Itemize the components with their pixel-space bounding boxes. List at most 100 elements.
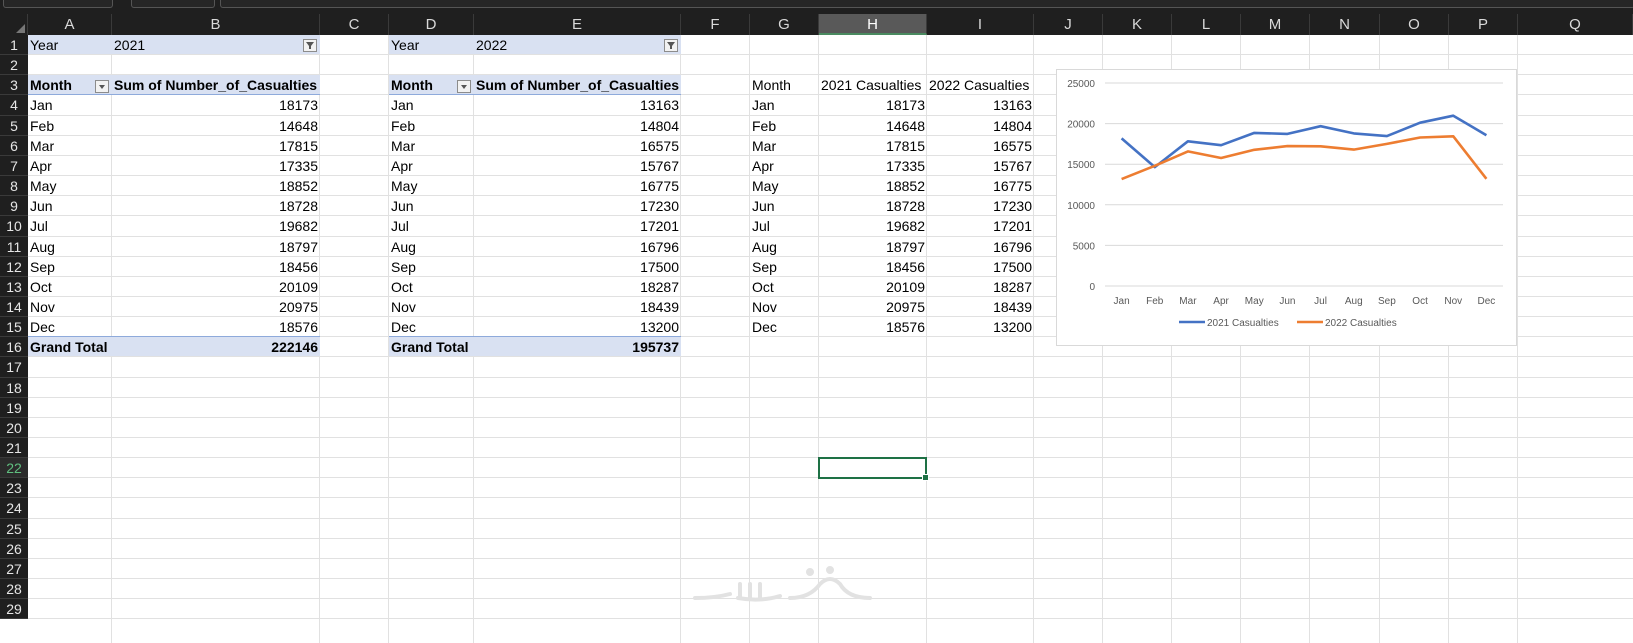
pivot2-month-cell[interactable]: Dec	[389, 317, 474, 337]
pivot1-month-cell[interactable]: Oct	[28, 277, 112, 297]
pivot2-grand-total-label[interactable]: Grand Total	[389, 337, 474, 357]
pivot1-month-cell[interactable]: Apr	[28, 156, 112, 176]
row-header-10[interactable]: 10	[0, 216, 28, 237]
pivot2-value-cell[interactable]: 18439	[474, 297, 681, 317]
summary-value-cell[interactable]: 18576	[819, 317, 927, 337]
row-header-11[interactable]: 11	[0, 237, 28, 257]
column-header-k[interactable]: K	[1103, 14, 1172, 35]
active-cell-h22[interactable]	[818, 457, 929, 481]
row-header-3[interactable]: 3	[0, 75, 28, 95]
column-header-a[interactable]: A	[28, 14, 112, 35]
row-header-27[interactable]: 27	[0, 559, 28, 579]
pivot1-month-cell[interactable]: Jul	[28, 216, 112, 237]
pivot2-month-cell[interactable]: Aug	[389, 237, 474, 257]
pivot1-value-cell[interactable]: 18852	[112, 176, 320, 196]
pivot2-value-cell[interactable]: 13163	[474, 95, 681, 116]
pivot2-value-cell[interactable]: 14804	[474, 116, 681, 136]
pivot1-value-cell[interactable]: 17335	[112, 156, 320, 176]
row-header-9[interactable]: 9	[0, 196, 28, 216]
summary-month-cell[interactable]: May	[750, 176, 819, 196]
summary-month-cell[interactable]: Feb	[750, 116, 819, 136]
column-header-o[interactable]: O	[1380, 14, 1449, 35]
summary-header-0[interactable]: Month	[750, 75, 819, 95]
column-header-p[interactable]: P	[1449, 14, 1518, 35]
pivot1-value-cell[interactable]: 18456	[112, 257, 320, 277]
pivot1-month-cell[interactable]: May	[28, 176, 112, 196]
pivot2-month-cell[interactable]: May	[389, 176, 474, 196]
summary-month-cell[interactable]: Nov	[750, 297, 819, 317]
pivot1-month-cell[interactable]: Jan	[28, 95, 112, 116]
pivot1-month-cell[interactable]: Sep	[28, 257, 112, 277]
column-header-c[interactable]: C	[320, 14, 389, 35]
pivot1-month-cell[interactable]: Feb	[28, 116, 112, 136]
summary-value-cell[interactable]: 18852	[819, 176, 927, 196]
column-header-l[interactable]: L	[1172, 14, 1241, 35]
column-header-m[interactable]: M	[1241, 14, 1310, 35]
row-header-23[interactable]: 23	[0, 478, 28, 498]
pivot1-grand-total-value[interactable]: 222146	[112, 337, 320, 357]
pivot1-value-cell[interactable]: 14648	[112, 116, 320, 136]
column-header-b[interactable]: B	[112, 14, 320, 35]
row-header-4[interactable]: 4	[0, 95, 28, 116]
pivot1-value-cell[interactable]: 18797	[112, 237, 320, 257]
summary-header-1[interactable]: 2021 Casualties	[819, 75, 927, 95]
row-header-18[interactable]: 18	[0, 378, 28, 398]
pivot2-value-cell[interactable]: 18287	[474, 277, 681, 297]
row-header-16[interactable]: 16	[0, 337, 28, 357]
row-header-25[interactable]: 25	[0, 519, 28, 539]
summary-month-cell[interactable]: Jun	[750, 196, 819, 216]
pivot2-value-cell[interactable]: 17500	[474, 257, 681, 277]
pivot1-value-cell[interactable]: 18728	[112, 196, 320, 216]
pivot2-value-cell[interactable]: 17230	[474, 196, 681, 216]
pivot2-value-cell[interactable]: 16575	[474, 136, 681, 156]
row-header-8[interactable]: 8	[0, 176, 28, 196]
pivot2-value-cell[interactable]: 16796	[474, 237, 681, 257]
column-header-d[interactable]: D	[389, 14, 474, 35]
pivot2-value-header[interactable]: Sum of Number_of_Casualties	[474, 75, 681, 95]
summary-value-cell[interactable]: 17201	[927, 216, 1034, 237]
pivot2-month-cell[interactable]: Feb	[389, 116, 474, 136]
summary-month-cell[interactable]: Jan	[750, 95, 819, 116]
column-header-e[interactable]: E	[474, 14, 681, 35]
row-header-5[interactable]: 5	[0, 116, 28, 136]
row-header-17[interactable]: 17	[0, 357, 28, 378]
summary-value-cell[interactable]: 20109	[819, 277, 927, 297]
pivot1-month-cell[interactable]: Nov	[28, 297, 112, 317]
pivot1-month-cell[interactable]: Aug	[28, 237, 112, 257]
row-header-20[interactable]: 20	[0, 418, 28, 438]
summary-value-cell[interactable]: 17335	[819, 156, 927, 176]
row-header-28[interactable]: 28	[0, 579, 28, 599]
row-header-21[interactable]: 21	[0, 438, 28, 458]
pivot1-value-cell[interactable]: 17815	[112, 136, 320, 156]
pivot2-month-cell[interactable]: Jul	[389, 216, 474, 237]
column-header-h[interactable]: H	[819, 14, 927, 35]
summary-value-cell[interactable]: 18797	[819, 237, 927, 257]
row-header-22[interactable]: 22	[0, 458, 28, 478]
pivot1-month-cell[interactable]: Dec	[28, 317, 112, 337]
summary-month-cell[interactable]: Sep	[750, 257, 819, 277]
row-header-12[interactable]: 12	[0, 257, 28, 277]
summary-value-cell[interactable]: 17815	[819, 136, 927, 156]
summary-value-cell[interactable]: 16796	[927, 237, 1034, 257]
pivot2-month-cell[interactable]: Jan	[389, 95, 474, 116]
summary-value-cell[interactable]: 18456	[819, 257, 927, 277]
pivot2-filter-label[interactable]: Year	[389, 35, 474, 55]
pivot1-value-cell[interactable]: 19682	[112, 216, 320, 237]
summary-month-cell[interactable]: Dec	[750, 317, 819, 337]
summary-value-cell[interactable]: 15767	[927, 156, 1034, 176]
summary-value-cell[interactable]: 13200	[927, 317, 1034, 337]
pivot2-value-cell[interactable]: 16775	[474, 176, 681, 196]
row-header-1[interactable]: 1	[0, 35, 28, 55]
summary-value-cell[interactable]: 17230	[927, 196, 1034, 216]
row-header-26[interactable]: 26	[0, 539, 28, 559]
pivot1-month-cell[interactable]: Mar	[28, 136, 112, 156]
column-header-f[interactable]: F	[681, 14, 750, 35]
pivot1-grand-total-label[interactable]: Grand Total	[28, 337, 112, 357]
pivot2-month-cell[interactable]: Oct	[389, 277, 474, 297]
pivot2-month-cell[interactable]: Nov	[389, 297, 474, 317]
row-header-14[interactable]: 14	[0, 297, 28, 317]
pivot1-year-filter-button[interactable]	[303, 39, 317, 52]
pivot1-filter-label[interactable]: Year	[28, 35, 112, 55]
summary-value-cell[interactable]: 19682	[819, 216, 927, 237]
pivot2-month-cell[interactable]: Sep	[389, 257, 474, 277]
